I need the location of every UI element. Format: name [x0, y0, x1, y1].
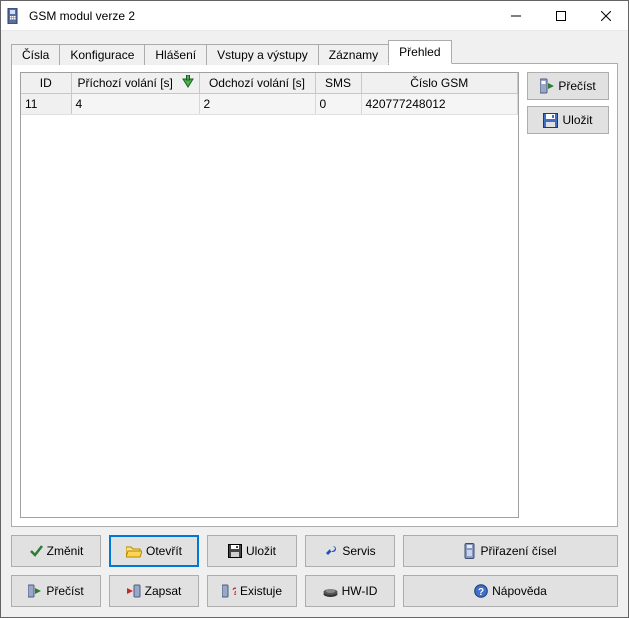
tab-strip: Čísla Konfigurace Hlášení Vstupy a výstu… [11, 39, 618, 63]
col-incoming[interactable]: Příchozí volání [s] [71, 73, 199, 94]
col-outgoing[interactable]: Odchozí volání [s] [199, 73, 315, 94]
ulozit-button[interactable]: Uložit [207, 535, 297, 567]
zmenit-button[interactable]: Změnit [11, 535, 101, 567]
existuje-button[interactable]: ? Existuje [207, 575, 297, 607]
col-sms[interactable]: SMS [315, 73, 361, 94]
side-save-button[interactable]: Uložit [527, 106, 609, 134]
svg-text:?: ? [232, 586, 236, 598]
prirazeni-label: Přiřazení čísel [480, 544, 556, 558]
ulozit-label: Uložit [246, 544, 276, 558]
tab-hlaseni[interactable]: Hlášení [144, 44, 207, 65]
titlebar: GSM modul verze 2 [1, 1, 628, 31]
phone-icon [464, 543, 476, 559]
device-read-icon [28, 584, 42, 598]
client-area: Čísla Konfigurace Hlášení Vstupy a výstu… [1, 31, 628, 617]
servis-button[interactable]: Servis [305, 535, 395, 567]
cell-outgoing: 2 [199, 94, 315, 115]
wrench-icon [324, 544, 338, 558]
col-incoming-label: Příchozí volání [s] [78, 76, 173, 90]
tab-page-prehled: ID Příchozí volání [s] Odchozí volání [s… [11, 63, 618, 527]
napoveda-label: Nápověda [492, 584, 547, 598]
tab-prehled[interactable]: Přehled [388, 40, 451, 64]
tab-zaznamy[interactable]: Záznamy [318, 44, 389, 65]
napoveda-button[interactable]: ? Nápověda [403, 575, 618, 607]
otevrit-label: Otevřít [146, 544, 182, 558]
side-read-label: Přečíst [558, 79, 595, 93]
bottom-toolbar: Změnit Otevřít Uložit Servis Přiřazení č… [11, 527, 618, 607]
check-icon [29, 544, 43, 558]
servis-label: Servis [342, 544, 375, 558]
tab-cisla[interactable]: Čísla [11, 44, 60, 65]
sort-down-icon [181, 75, 195, 89]
cell-id: 11 [21, 94, 71, 115]
tab-konfigurace[interactable]: Konfigurace [59, 44, 145, 65]
table-row[interactable]: 11 4 2 0 420777248012 [21, 94, 518, 115]
help-icon: ? [474, 584, 488, 598]
device-question-icon: ? [222, 584, 236, 598]
precist-button[interactable]: Přečíst [11, 575, 101, 607]
app-icon [7, 8, 23, 24]
maximize-button[interactable] [538, 1, 583, 30]
save-icon [228, 544, 242, 558]
close-button[interactable] [583, 1, 628, 30]
existuje-label: Existuje [240, 584, 282, 598]
hwid-label: HW-ID [342, 584, 378, 598]
precist-label: Přečíst [46, 584, 83, 598]
device-read-icon [540, 78, 554, 94]
device-write-icon [127, 584, 141, 598]
minimize-button[interactable] [493, 1, 538, 30]
otevrit-button[interactable]: Otevřít [109, 535, 199, 567]
cell-gsm: 420777248012 [361, 94, 518, 115]
zapsat-button[interactable]: Zapsat [109, 575, 199, 607]
cell-sms: 0 [315, 94, 361, 115]
chip-icon [323, 585, 338, 598]
prirazeni-button[interactable]: Přiřazení čísel [403, 535, 618, 567]
col-gsm[interactable]: Číslo GSM [361, 73, 518, 94]
cell-incoming: 4 [71, 94, 199, 115]
app-window: GSM modul verze 2 Čísla Konfigurace Hláš… [0, 0, 629, 618]
side-save-label: Uložit [562, 113, 592, 127]
side-read-button[interactable]: Přečíst [527, 72, 609, 100]
save-icon [543, 113, 558, 128]
svg-text:?: ? [478, 587, 484, 598]
zapsat-label: Zapsat [145, 584, 182, 598]
folder-open-icon [126, 545, 142, 558]
window-title: GSM modul verze 2 [29, 9, 493, 23]
data-grid[interactable]: ID Příchozí volání [s] Odchozí volání [s… [20, 72, 519, 518]
col-id[interactable]: ID [21, 73, 71, 94]
tab-vstupy-vystupy[interactable]: Vstupy a výstupy [206, 44, 319, 65]
table-header-row: ID Příchozí volání [s] Odchozí volání [s… [21, 73, 518, 94]
side-buttons: Přečíst Uložit [527, 72, 609, 518]
zmenit-label: Změnit [47, 544, 84, 558]
hwid-button[interactable]: HW-ID [305, 575, 395, 607]
